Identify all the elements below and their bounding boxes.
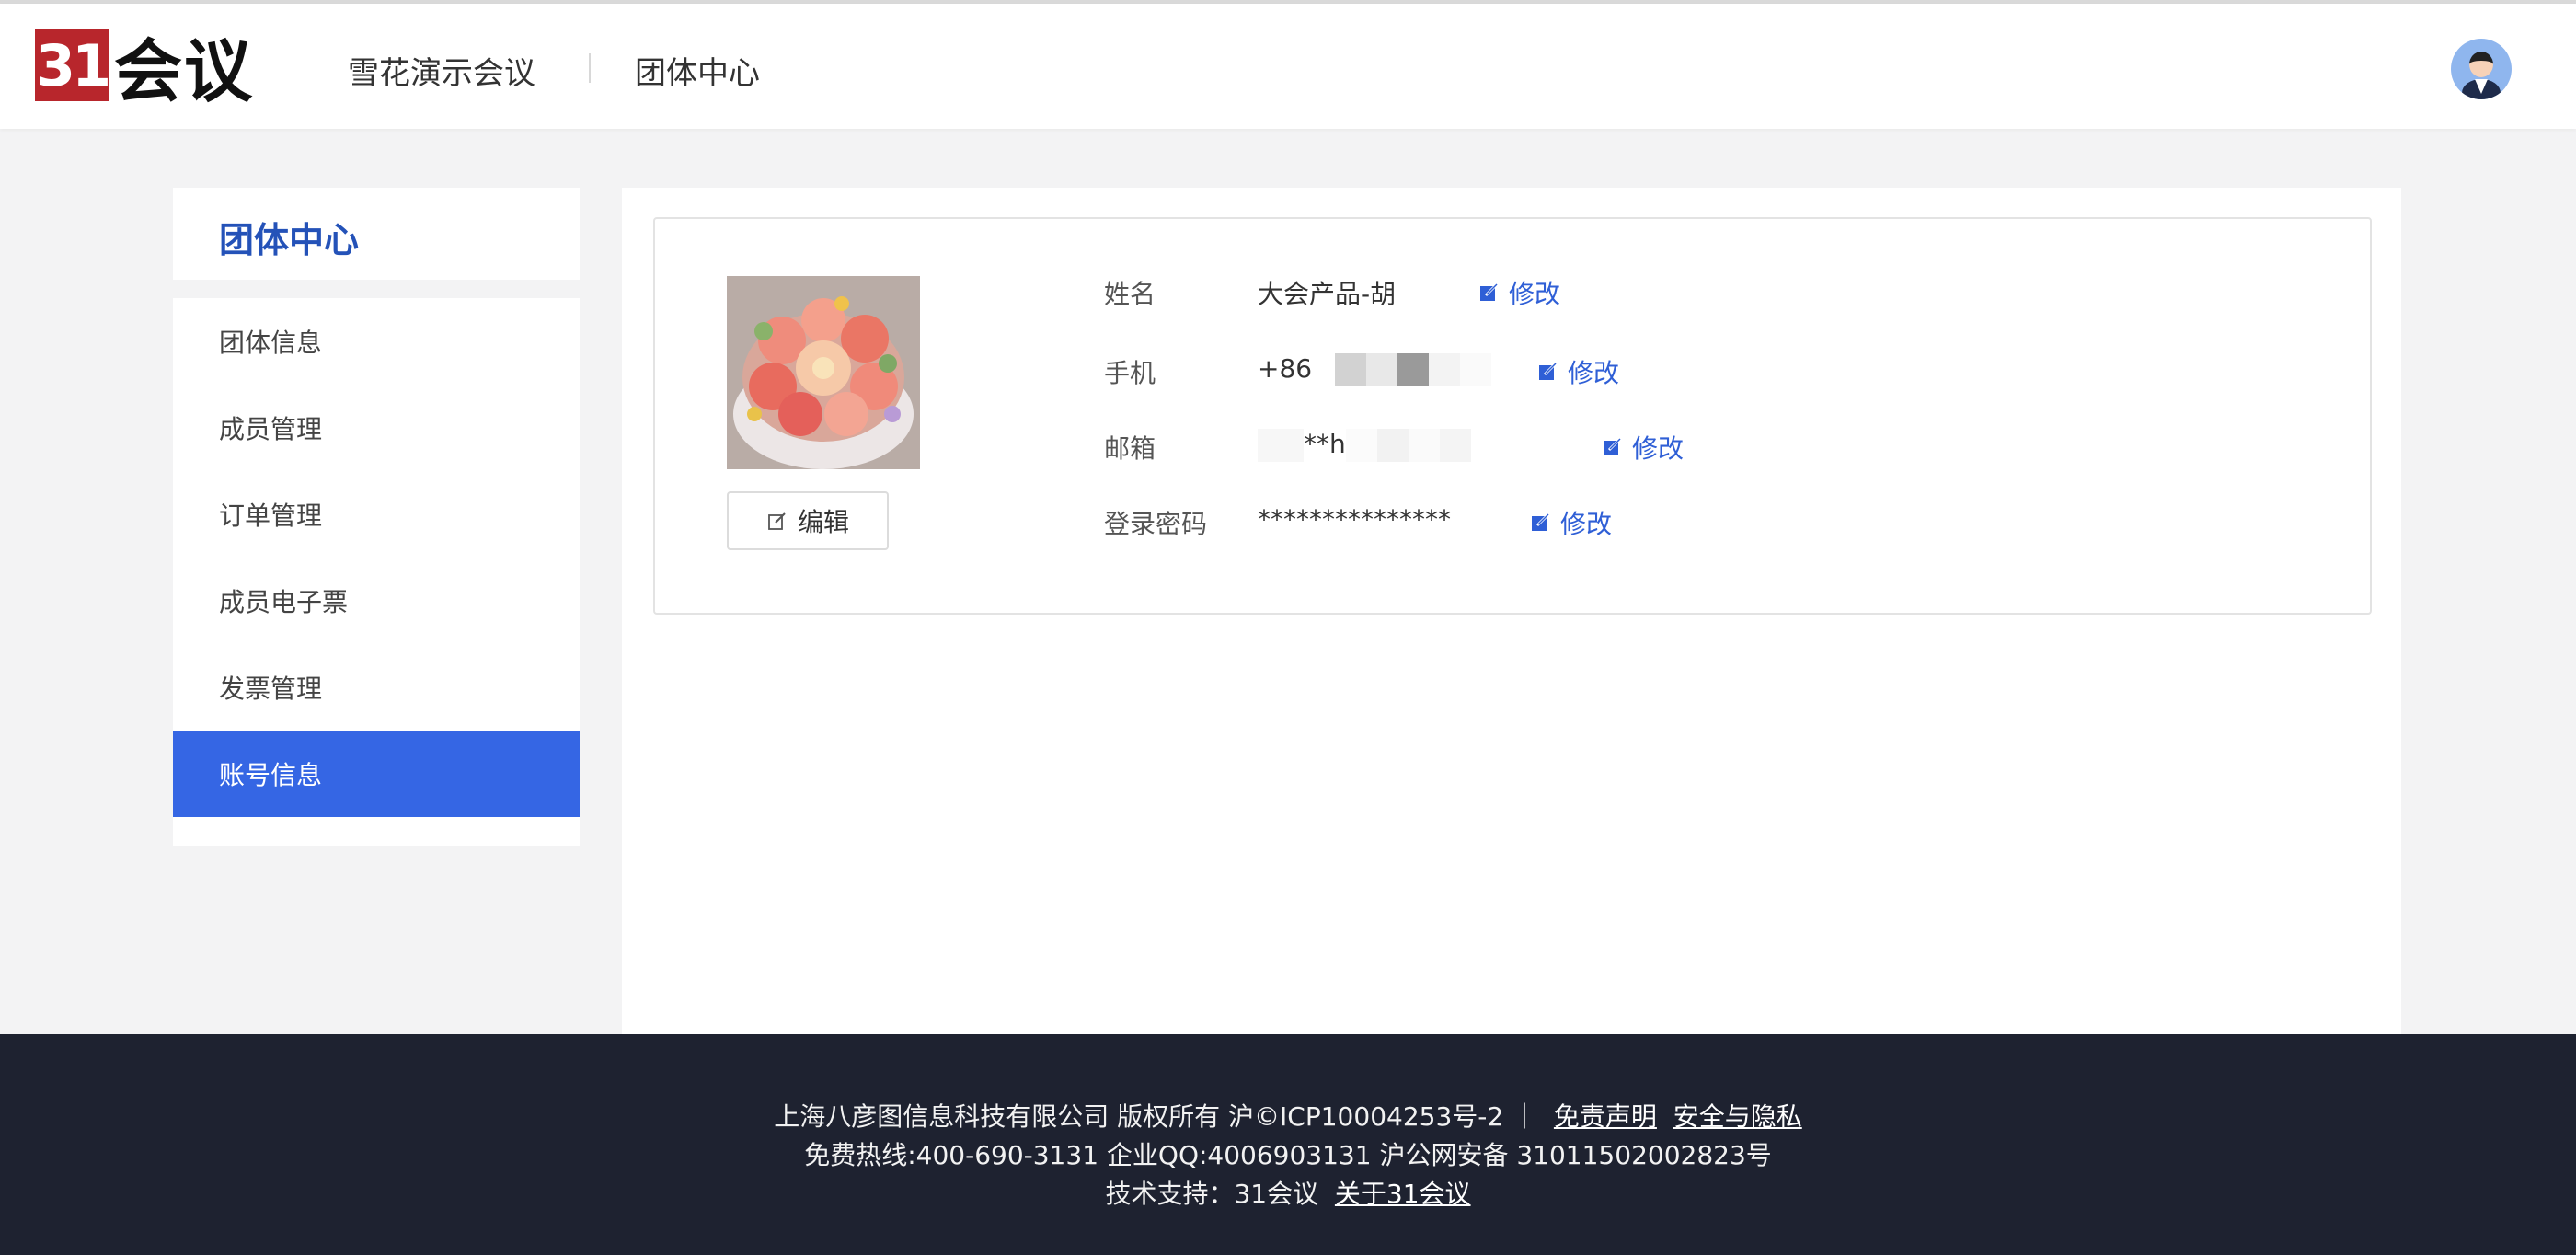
profile-photo [727,276,920,469]
sidebar-title: 团体中心 [219,220,360,260]
modify-icon [1480,282,1500,301]
modify-email-button[interactable]: 修改 [1603,429,1684,466]
email-label: 邮箱 [1104,433,1156,464]
site-logo[interactable]: 31 会议 [35,29,254,111]
modify-label: 修改 [1560,509,1613,539]
edit-button-label: 编辑 [797,507,849,537]
edit-photo-button[interactable]: 编辑 [727,491,889,550]
edit-pencil-icon [768,512,786,530]
sidebar-item-order-management[interactable]: 订单管理 [173,471,580,558]
about-link[interactable]: 关于31会议 [1335,1179,1471,1209]
phone-value: +86 [1258,353,1491,386]
password-value: *************** [1258,504,1451,535]
modify-icon [1539,362,1558,380]
email-masked: **h [1304,429,1346,459]
sidebar-menu: 团体信息 成员管理 订单管理 成员电子票 发票管理 账号信息 [173,298,580,846]
sidebar-item-group-info[interactable]: 团体信息 [173,298,580,385]
modify-icon [1532,512,1551,531]
header-divider [589,53,591,83]
logo-mark: 31 [35,29,111,101]
sidebar-item-invoice-management[interactable]: 发票管理 [173,644,580,731]
footer-line-copyright: 上海八彦图信息科技有限公司 版权所有 沪©ICP10004253号-2 ｜ 免责… [0,1097,2576,1134]
email-value: **h [1258,429,1471,462]
modify-label: 修改 [1568,358,1620,388]
modify-password-button[interactable]: 修改 [1531,504,1612,541]
page-footer: 上海八彦图信息科技有限公司 版权所有 沪©ICP10004253号-2 ｜ 免责… [0,1034,2576,1255]
sidebar-item-account-info[interactable]: 账号信息 [173,731,580,817]
footer-line-contact: 免费热线:400-690-3131 企业QQ:4006903131 沪公网安备 … [804,1140,1772,1170]
conference-name[interactable]: 雪花演示会议 [348,48,535,93]
name-value: 大会产品-胡 [1258,279,1397,309]
name-label: 姓名 [1104,279,1156,309]
sidebar-item-member-management[interactable]: 成员管理 [173,385,580,471]
main-panel: 编辑 姓名 大会产品-胡 修改 手机 +86 修改 邮箱 **h 修改 登录密码… [622,188,2401,1034]
top-navigation-bar: 31 会议 雪花演示会议 团体中心 [0,4,2576,129]
avatar-icon[interactable] [2451,39,2512,99]
support-text: 技术支持：31会议 [1105,1179,1319,1209]
modify-icon [1604,437,1623,455]
modify-label: 修改 [1509,279,1561,309]
account-info-card: 编辑 姓名 大会产品-胡 修改 手机 +86 修改 邮箱 **h 修改 登录密码… [653,217,2372,615]
footer-line-support: 技术支持：31会议 关于31会议 [0,1174,2576,1211]
phone-label: 手机 [1104,358,1156,388]
modify-label: 修改 [1632,433,1685,464]
sidebar-item-member-e-ticket[interactable]: 成员电子票 [173,558,580,644]
logo-text: 会议 [114,31,254,111]
password-label: 登录密码 [1104,509,1208,539]
sidebar-title-card: 团体中心 [173,188,580,280]
privacy-link[interactable]: 安全与隐私 [1673,1101,1802,1132]
disclaimer-link[interactable]: 免责声明 [1554,1101,1657,1132]
copyright-text: 上海八彦图信息科技有限公司 版权所有 沪©ICP10004253号-2 ｜ [774,1101,1538,1132]
modify-phone-button[interactable]: 修改 [1538,353,1619,390]
modify-name-button[interactable]: 修改 [1479,274,1560,311]
phone-prefix: +86 [1258,353,1313,384]
group-center-link[interactable]: 团体中心 [635,48,760,93]
